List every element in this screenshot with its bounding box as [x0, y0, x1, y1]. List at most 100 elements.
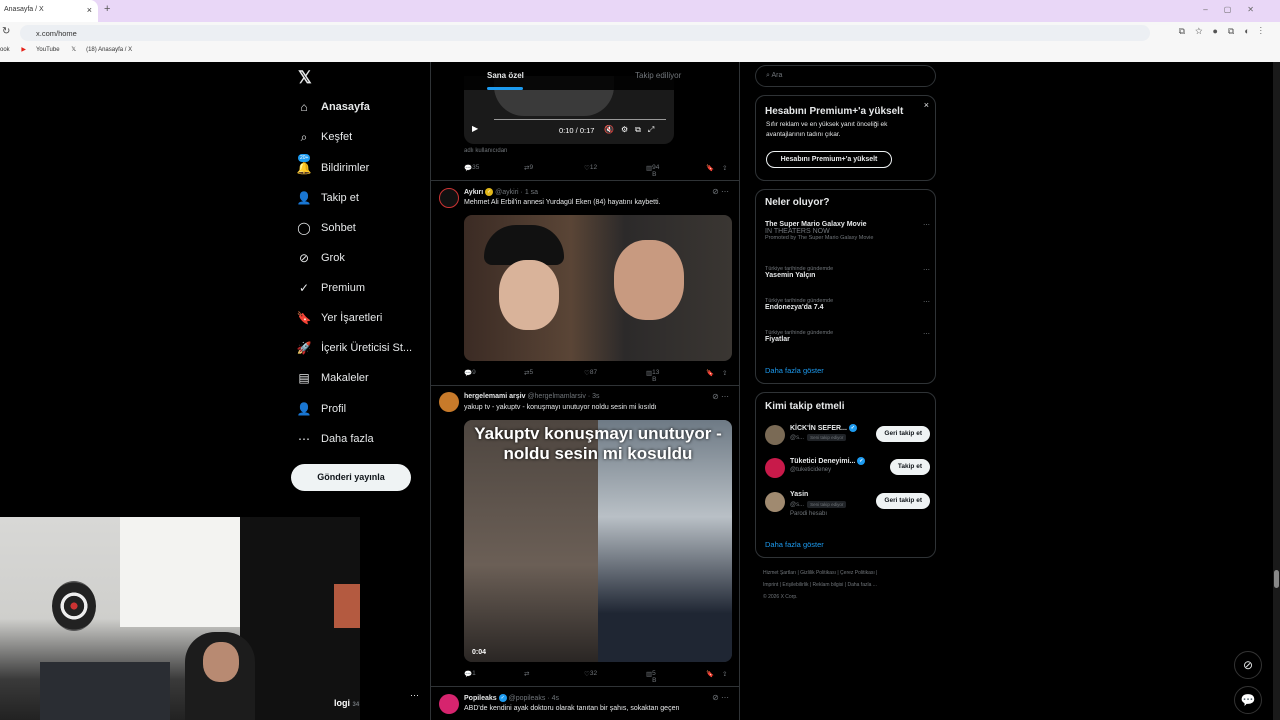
like-button[interactable]: ♡ 87	[584, 369, 597, 377]
follow-button[interactable]: Takip et	[889, 459, 930, 475]
author-handle[interactable]: @popileaks	[509, 695, 546, 702]
share-icon[interactable]: ⇪	[722, 164, 727, 172]
nav-item-person-plus[interactable]: 👤 Takip et	[296, 187, 359, 209]
nav-item-bookmark[interactable]: 🔖 Yer İşaretleri	[296, 307, 383, 329]
author-name[interactable]: Aykırı	[464, 189, 483, 196]
account-more-icon[interactable]: ⋯	[410, 690, 419, 701]
bookmark-item[interactable]: ook	[0, 47, 10, 53]
trend-item[interactable]: Türkiye tarihinde gündemde Endonezya'da 7…	[765, 298, 930, 311]
like-button[interactable]: ♡ 32	[584, 670, 597, 678]
avatar[interactable]	[765, 492, 785, 512]
nav-item-bell[interactable]: 🔔 20+ Bildirimler	[296, 154, 369, 179]
trend-item[interactable]: Türkiye tarihinde gündemde Fiyatlar ⋯	[765, 330, 930, 343]
trends-show-more-link[interactable]: Daha fazla göster	[765, 366, 824, 375]
tab-for-you[interactable]: Sana özel	[487, 71, 524, 80]
author-name[interactable]: Popileaks	[464, 695, 497, 702]
post-image[interactable]	[464, 215, 732, 361]
follow-suggestion[interactable]: Yasin @s... Seni takip ediyor Parodi hesabı…	[765, 490, 930, 518]
chat-icon: ◯	[297, 221, 311, 235]
like-count: 12	[589, 164, 598, 171]
like-button[interactable]: ♡ 12	[584, 164, 597, 172]
follow-suggestion[interactable]: Tüketici Deneyimi... ✓ @tuketicideney Takip…	[765, 456, 930, 484]
face-shape	[499, 260, 559, 330]
window-controls[interactable]: –▢✕	[1203, 5, 1270, 14]
bookmark-icon[interactable]: 🔖	[706, 670, 714, 678]
avatar[interactable]	[439, 188, 459, 208]
bookmark-icon[interactable]: 🔖	[706, 369, 714, 377]
views-button[interactable]: ▥ 94 B	[646, 164, 659, 178]
nav-item-articles[interactable]: ▤ Makaleler	[296, 367, 368, 389]
nav-item-rocket[interactable]: 🚀 İçerik Üreticisi St...	[296, 337, 413, 359]
footer-line[interactable]: Hizmet Şartları | Gizlilik Politikası | …	[763, 567, 933, 579]
nav-item-chat[interactable]: ◯ Sohbet	[296, 217, 356, 239]
close-tab-icon[interactable]: ×	[87, 5, 92, 15]
nav-item-home[interactable]: ⌂ Anasayfa	[296, 96, 370, 118]
reply-button[interactable]: 💬 9	[464, 369, 476, 377]
repost-button[interactable]: ⇄	[524, 670, 529, 678]
trend-item[interactable]: Türkiye tarihinde gündemde Yasemin Yalçın…	[765, 266, 930, 279]
close-icon[interactable]: ×	[924, 100, 929, 110]
reload-icon[interactable]: ↻	[2, 26, 10, 37]
more-options-icon[interactable]: ⊘ ⋯	[712, 187, 729, 196]
bookmark-icon[interactable]: 🔖	[706, 164, 714, 172]
author-name[interactable]: hergelemami arşiv	[464, 393, 525, 400]
tab-following[interactable]: Takip ediliyor	[635, 71, 681, 80]
search-input[interactable]: ⌕ Ara	[755, 65, 936, 87]
nav-item-profile[interactable]: 👤 Profil	[296, 398, 347, 420]
active-tab-indicator	[487, 87, 523, 90]
nav-item-more-circle[interactable]: ⋯ Daha fazla	[296, 428, 374, 450]
avatar[interactable]	[765, 458, 785, 478]
repost-button[interactable]: ⇄ 9	[524, 164, 533, 172]
scrollbar-thumb[interactable]	[1274, 570, 1279, 588]
url-input[interactable]: x.com/home	[20, 25, 1150, 41]
page-scrollbar[interactable]	[1273, 62, 1280, 720]
nav-item-grok[interactable]: ⊘ Grok	[296, 247, 345, 269]
nav-item-premium[interactable]: ✓ Premium	[296, 277, 365, 299]
share-icon[interactable]: ⇪	[722, 369, 727, 377]
more-options-icon[interactable]: ⋯	[923, 330, 930, 338]
share-icon[interactable]: ⇪	[722, 670, 727, 678]
footer-line[interactable]: Imprint | Erişilebilirlik | Reklam bilgi…	[763, 579, 933, 591]
post-video[interactable]: Yakuptv konuşmayı unutuyor - noldu sesin…	[464, 420, 732, 662]
premium-upgrade-button[interactable]: Hesabını Premium+'a yükselt	[766, 151, 892, 168]
follow-button[interactable]: Geri takip et	[876, 426, 930, 442]
nav-item-search[interactable]: ⌕ Keşfet	[296, 126, 353, 148]
account-switcher-name[interactable]: logi 34	[334, 698, 359, 708]
post-time[interactable]: 3s	[592, 393, 599, 400]
post-button[interactable]: Gönderi yayınla	[291, 464, 411, 491]
bookmark-item[interactable]: (18) Anasayfa / X	[86, 47, 132, 53]
avatar[interactable]	[439, 392, 459, 412]
post-time[interactable]: 4s	[552, 695, 559, 702]
avatar[interactable]	[439, 694, 459, 714]
rocket-icon: 🚀	[296, 341, 312, 355]
video-progress-bar[interactable]	[494, 119, 666, 120]
messages-fab-icon[interactable]: 💬	[1234, 686, 1262, 714]
more-options-icon[interactable]: ⊘ ⋯	[712, 693, 729, 702]
avatar[interactable]	[765, 425, 785, 445]
more-options-icon[interactable]: ⋯	[923, 298, 930, 306]
author-handle[interactable]: @aykiri	[495, 189, 518, 196]
follow-suggestion[interactable]: KİCK'İN SEFER... ✓ @s... Seni takip ediyor G…	[765, 423, 930, 451]
views-button[interactable]: ▥ 5 B	[646, 670, 657, 684]
who-show-more-link[interactable]: Daha fazla göster	[765, 540, 824, 549]
follow-button[interactable]: Geri takip et	[876, 493, 930, 509]
new-tab-icon[interactable]: +	[104, 3, 110, 15]
bookmark-item[interactable]: YouTube	[36, 47, 60, 53]
verified-badge-icon: ✓	[498, 694, 507, 702]
more-options-icon[interactable]: ⋯	[923, 221, 930, 229]
post-time[interactable]: 1 sa	[525, 189, 538, 196]
post-text: Mehmet Ali Erbil'in annesi Yurdagül Eken…	[464, 199, 661, 206]
more-options-icon[interactable]: ⋯	[923, 266, 930, 274]
more-options-icon[interactable]: ⊘ ⋯	[712, 392, 729, 401]
reply-button[interactable]: 💬 35	[464, 164, 479, 172]
reply-button[interactable]: 💬 1	[464, 670, 476, 678]
browser-tab[interactable]: Anasayfa / X ×	[0, 0, 98, 22]
video-controls-icons[interactable]: 🔇⚙⧉⤢	[604, 125, 661, 135]
views-button[interactable]: ▥ 13 B	[646, 369, 659, 383]
author-handle[interactable]: @hergelmamlarsiv	[527, 393, 585, 400]
x-logo-icon[interactable]: 𝕏	[298, 68, 312, 88]
extension-icons[interactable]: ⧉☆●⧉◐⋮	[1179, 26, 1272, 37]
grok-fab-icon[interactable]: ⊘	[1234, 651, 1262, 679]
trend-item[interactable]: The Super Mario Galaxy Movie IN THEATERS …	[765, 221, 930, 241]
repost-button[interactable]: ⇄ 5	[524, 369, 533, 377]
